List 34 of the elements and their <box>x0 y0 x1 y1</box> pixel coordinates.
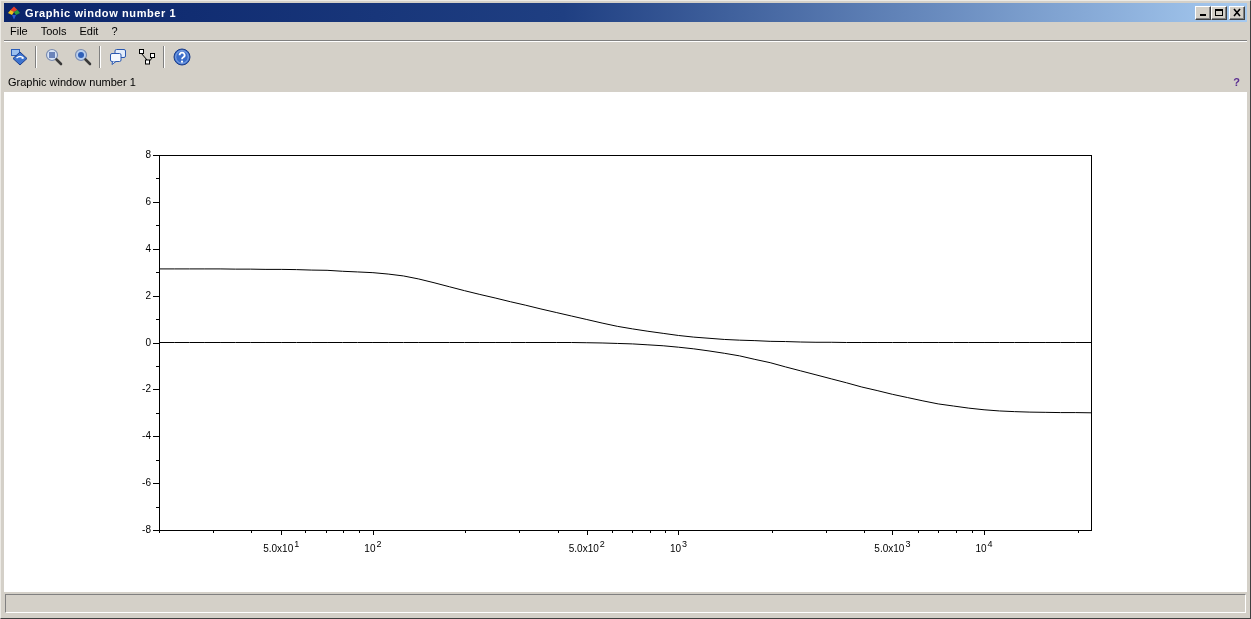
menu-item[interactable]: File <box>4 23 35 39</box>
menu-item[interactable]: ? <box>105 23 125 39</box>
x-tick-label: 5.0x10$^{1}$ <box>263 540 300 554</box>
y-tick-label: 6 <box>145 196 151 207</box>
app-icon <box>7 5 21 20</box>
window-title: Graphic window number 1 <box>25 6 177 19</box>
magnifier-icon[interactable] <box>73 47 92 66</box>
menu-item[interactable]: Edit <box>73 23 106 39</box>
speech-bubbles-icon[interactable] <box>108 47 127 66</box>
rotate-icon[interactable] <box>9 47 28 66</box>
maximize-button[interactable] <box>1211 5 1227 20</box>
y-tick-label: -8 <box>142 525 151 535</box>
y-tick-label: -4 <box>142 431 151 442</box>
help-icon[interactable] <box>172 47 191 66</box>
zoom-icon[interactable] <box>44 47 63 66</box>
help-link[interactable]: ? <box>1233 75 1240 88</box>
y-tick-label: 2 <box>145 290 151 301</box>
y-tick-label: 8 <box>145 150 151 160</box>
x-tick-label: 10$^{2}$ <box>364 540 382 554</box>
x-tick-label: 5.0x10$^{3}$ <box>874 540 911 554</box>
minimize-button[interactable] <box>1195 5 1211 20</box>
y-tick-label: -2 <box>142 384 151 395</box>
x-tick-label: 10$^{3}$ <box>669 540 688 554</box>
y-tick-label: 0 <box>145 337 151 348</box>
info-label: Graphic window number 1 <box>8 75 136 88</box>
y-tick-label: -6 <box>142 478 151 489</box>
menu-item[interactable]: Tools <box>34 23 74 39</box>
y-tick-label: 4 <box>145 243 151 254</box>
close-button[interactable] <box>1229 5 1245 20</box>
node-graph-icon[interactable] <box>137 47 156 66</box>
x-tick-label: 5.0x10$^{2}$ <box>568 540 605 554</box>
maximize-icon <box>1214 8 1224 17</box>
close-icon <box>1232 8 1242 17</box>
x-tick-label: 10$^{4}$ <box>975 540 993 554</box>
